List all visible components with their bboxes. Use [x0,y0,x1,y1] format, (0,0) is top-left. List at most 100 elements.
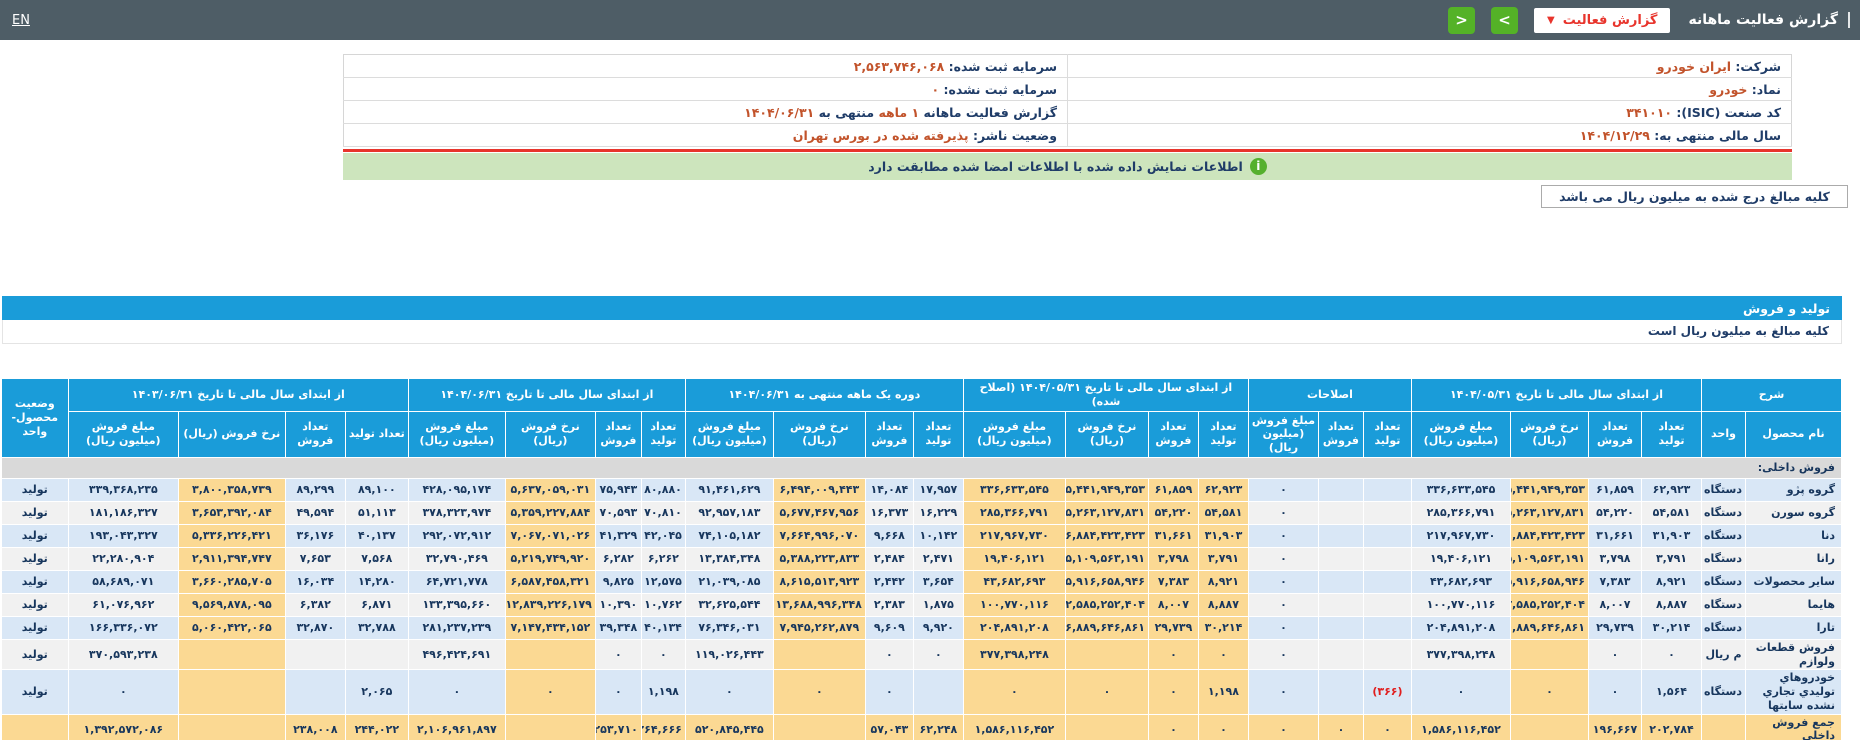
value-cell: ۵,۴۴۱,۹۴۹,۳۵۳ [1511,478,1589,501]
value-cell: ۳۱,۹۰۳ [1642,524,1702,547]
value-cell: ۱۶,۲۲۹ [913,501,963,524]
value-cell: ۶,۸۸۹,۶۴۶,۸۶۱ [1511,616,1589,639]
value-cell: ۲,۳۸۳ [865,593,913,616]
value-cell: ۱۶,۰۳۴ [285,570,345,593]
value-cell: ۲۱۷,۹۶۷,۷۳۰ [963,524,1065,547]
value-cell: ۶۱,۸۵۹ [1148,478,1198,501]
column-group-header: شرح [1702,379,1842,412]
value-cell: ۱۹۶,۶۶۷ [1589,714,1642,740]
value-cell: ۵,۶۳۷,۰۵۹,۰۳۱ [505,478,595,501]
value-cell: ۰ [1589,670,1642,714]
table-row: سایر محصولاتدستگاه۸,۹۲۱۷,۳۸۳۵,۹۱۶,۶۵۸,۹۴… [1,570,1841,593]
value-cell: ۳۳۶,۶۳۳,۵۴۵ [1411,478,1510,501]
product-status-cell: تولید [1,501,68,524]
column-header: تعداد فروش [285,411,345,457]
info-value: خودرو [1709,82,1747,97]
value-cell: ۰ [1198,639,1248,670]
next-report-button[interactable]: > [1491,7,1518,34]
value-cell: ۰ [1248,593,1318,616]
value-cell [773,639,865,670]
column-header: تعداد فروش [865,411,913,457]
column-header: نرخ فروش (ریال) [178,411,285,457]
value-cell: ۹,۶۶۸ [865,524,913,547]
section-subtitle: کلیه مبالغ به میلیون ریال است [2,320,1842,344]
value-cell: ۰ [1248,478,1318,501]
column-header: مبلغ فروش (میلیون ریال) [963,411,1065,457]
value-cell: ۰ [1248,547,1318,570]
value-cell: ۲۹۲,۰۷۲,۹۱۲ [408,524,505,547]
value-cell: ۰ [1363,714,1411,740]
value-cell: ۰ [1248,501,1318,524]
column-header: مبلغ فروش (میلیون ریال) [1411,411,1510,457]
product-name-cell: گروه سورن [1746,501,1842,524]
column-header: مبلغ فروش (میلیون ریال) [408,411,505,457]
column-header: تعداد فروش [595,411,641,457]
value-cell: ۶,۸۷۱ [345,593,408,616]
value-cell: ۰ [1248,639,1318,670]
column-header: مبلغ فروش (میلیون ریال) [1248,411,1318,457]
value-cell: ۱۰,۳۹۰ [595,593,641,616]
value-cell: ۵۸,۶۸۹,۰۷۱ [68,570,178,593]
column-header: تعداد تولید [345,411,408,457]
previous-report-button[interactable]: < [1448,7,1475,34]
value-cell: ۶,۸۸۹,۶۴۶,۸۶۱ [1065,616,1148,639]
value-cell: ۷۴,۱۰۵,۱۸۲ [685,524,773,547]
value-cell: ۹,۶۰۹ [865,616,913,639]
value-cell: ۳۷۸,۳۲۳,۹۷۴ [408,501,505,524]
info-cell-right: کد صنعت (ISIC): ۳۴۱۰۱۰ [1068,101,1792,124]
signed-data-notice: i اطلاعات نمایش داده شده با اطلاعات امضا… [343,153,1792,180]
value-cell: ۲۹,۷۳۹ [1589,616,1642,639]
column-header: نرخ فروش (ریال) [505,411,595,457]
value-cell: ۲۸۱,۲۳۷,۲۳۹ [408,616,505,639]
column-header: نرخ فروش (ریال) [1065,411,1148,457]
value-cell [773,714,865,740]
column-group-header: اصلاحات [1248,379,1411,412]
value-cell: ۵,۳۵۹,۲۲۷,۸۸۴ [505,501,595,524]
report-type-dropdown[interactable]: گزارش فعالیت ▼ [1534,8,1670,33]
value-cell: ۳۰,۲۱۴ [1198,616,1248,639]
language-toggle-link[interactable]: EN [12,13,30,28]
product-status-cell: تولید [1,616,68,639]
product-name-cell: رانا [1746,547,1842,570]
value-cell: ۰ [1511,670,1589,714]
info-cell-right: شرکت: ایران خودرو [1068,55,1792,78]
product-status-cell: تولید [1,524,68,547]
value-cell: ۲۱۷,۹۶۷,۷۳۰ [1411,524,1510,547]
value-cell: ۱۲,۵۷۵ [641,570,685,593]
column-header: واحد [1702,411,1746,457]
value-cell: ۲۸۵,۳۶۶,۷۹۱ [963,501,1065,524]
product-name-cell: فروش قطعات ولوازم [1746,639,1842,670]
value-cell: ۰ [773,670,865,714]
info-value: ۱۴۰۴/۰۶/۳۱ [744,105,814,120]
value-cell: ۵,۹۱۶,۶۵۸,۹۴۶ [1065,570,1148,593]
unit-cell: دستگاه [1702,593,1746,616]
table-row: جمع فروش داخلی۲۰۲,۷۸۴۱۹۶,۶۶۷۱,۵۸۶,۱۱۶,۴۵… [1,714,1841,740]
value-cell: ۲۱,۰۳۹,۰۸۵ [685,570,773,593]
value-cell [1318,616,1363,639]
value-cell: ۴۲,۰۴۵ [641,524,685,547]
value-cell [1318,501,1363,524]
value-cell: ۲۰۴,۸۹۱,۲۰۸ [1411,616,1510,639]
value-cell: ۱۰۰,۷۷۰,۱۱۶ [963,593,1065,616]
value-cell: ۳,۶۵۴ [913,570,963,593]
product-status-cell: تولید [1,478,68,501]
column-header: تعداد تولید [1642,411,1702,457]
info-icon: i [1250,158,1267,175]
info-label: کد صنعت (ISIC): [1672,105,1781,120]
value-cell [1318,478,1363,501]
value-cell: ۹,۸۲۵ [595,570,641,593]
value-cell: ۰ [1148,670,1198,714]
million-rial-note: کلیه مبالغ درج شده به میلیون ریال می باش… [1541,185,1848,208]
table-row: گروه سورندستگاه۵۴,۵۸۱۵۴,۲۲۰۵,۲۶۳,۱۲۷,۸۳۱… [1,501,1841,524]
table-section-row: فروش داخلی: [1,457,1841,478]
value-cell: ۰ [408,670,505,714]
value-cell: ۳۷۰,۵۹۳,۲۳۸ [68,639,178,670]
value-cell: ۵,۲۶۳,۱۲۷,۸۳۱ [1511,501,1589,524]
info-row: شرکت: ایران خودروسرمایه ثبت شده: ۲,۵۶۳,۷… [344,55,1792,78]
chevron-down-icon: ▼ [1547,15,1555,26]
value-cell: ۲,۰۶۵ [345,670,408,714]
info-label: سرمایه ثبت شده: [944,59,1057,74]
column-header: مبلغ فروش (میلیون ریال) [68,411,178,457]
value-cell [285,639,345,670]
info-value: ۰ [931,82,939,97]
